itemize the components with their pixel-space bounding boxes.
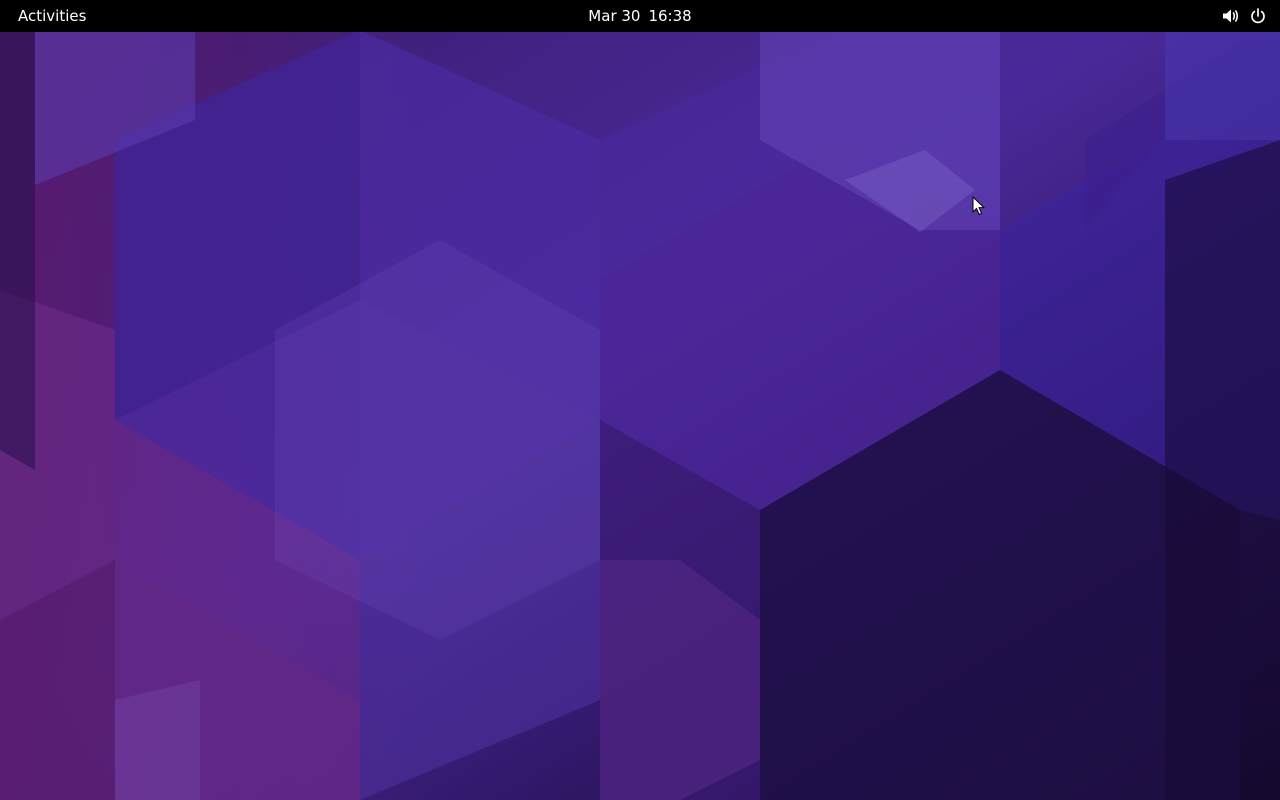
activities-button[interactable]: Activities xyxy=(8,2,96,30)
wallpaper xyxy=(0,0,1280,800)
top-bar: Activities Mar 30 16:38 xyxy=(0,0,1280,32)
system-menu-button[interactable] xyxy=(1216,2,1272,30)
volume-icon xyxy=(1222,8,1240,24)
clock-time: 16:38 xyxy=(648,7,692,25)
desktop[interactable]: Activities Mar 30 16:38 xyxy=(0,0,1280,800)
mouse-cursor-icon xyxy=(972,196,985,215)
clock-date: Mar 30 xyxy=(588,7,641,25)
clock-button[interactable]: Mar 30 16:38 xyxy=(578,2,701,30)
power-icon xyxy=(1250,8,1266,24)
